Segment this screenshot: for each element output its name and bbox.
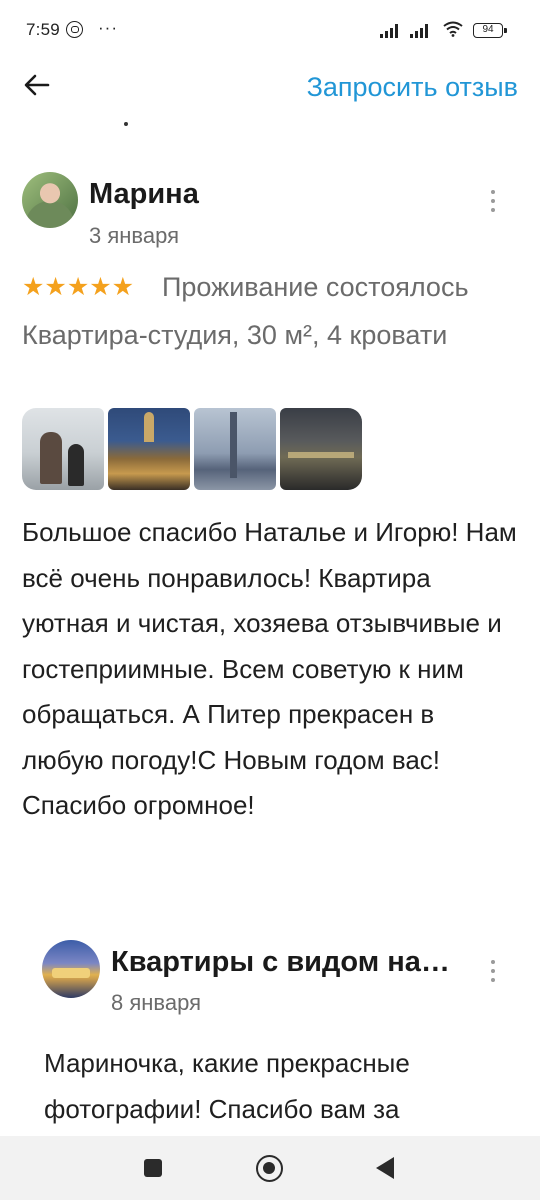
rating-stars: ★★★★★ bbox=[22, 273, 135, 301]
stay-summary: Проживание состоялось bbox=[162, 272, 469, 302]
host-avatar[interactable] bbox=[42, 940, 100, 998]
whatsapp-icon bbox=[66, 21, 83, 38]
review-text: Большое спасибо Наталье и Игорю! Нам всё… bbox=[22, 517, 517, 820]
reply-text: Мариночка, какие прекрасные фотографии! … bbox=[44, 1048, 410, 1124]
review-photo-3[interactable] bbox=[194, 408, 276, 490]
recents-icon[interactable] bbox=[144, 1159, 162, 1177]
review-more-options-icon[interactable] bbox=[490, 190, 496, 216]
home-icon[interactable] bbox=[256, 1155, 283, 1182]
host-name[interactable]: Квартиры с видом на Неву bbox=[111, 946, 451, 979]
system-nav-bar bbox=[0, 1136, 540, 1200]
divider-dot bbox=[124, 122, 128, 126]
status-bar: 7:59 ··· 94 bbox=[0, 0, 540, 48]
request-review-button[interactable]: Запросить отзыв bbox=[307, 72, 518, 103]
back-arrow-icon[interactable] bbox=[22, 70, 52, 100]
more-notifications-icon: ··· bbox=[98, 18, 118, 37]
status-time: 7:59 bbox=[26, 20, 60, 39]
wifi-icon bbox=[443, 21, 463, 37]
review-photos bbox=[22, 408, 362, 490]
reviewer-avatar[interactable] bbox=[22, 172, 78, 228]
signal-icon-2 bbox=[410, 24, 428, 38]
reviewer-name[interactable]: Марина bbox=[89, 178, 199, 211]
review-photo-2[interactable] bbox=[108, 408, 190, 490]
review-date: 3 января bbox=[89, 223, 179, 248]
app-bar: Запросить отзыв bbox=[0, 56, 540, 120]
review-photo-1[interactable] bbox=[22, 408, 104, 490]
reply-more-options-icon[interactable] bbox=[490, 960, 496, 986]
review-photo-4[interactable] bbox=[280, 408, 362, 490]
battery-icon: 94 bbox=[473, 23, 507, 38]
apartment-type: Квартира-студия, 30 м², 4 кровати bbox=[22, 320, 448, 350]
signal-icon bbox=[380, 24, 398, 38]
back-icon[interactable] bbox=[376, 1157, 394, 1179]
reply-date: 8 января bbox=[111, 990, 201, 1015]
